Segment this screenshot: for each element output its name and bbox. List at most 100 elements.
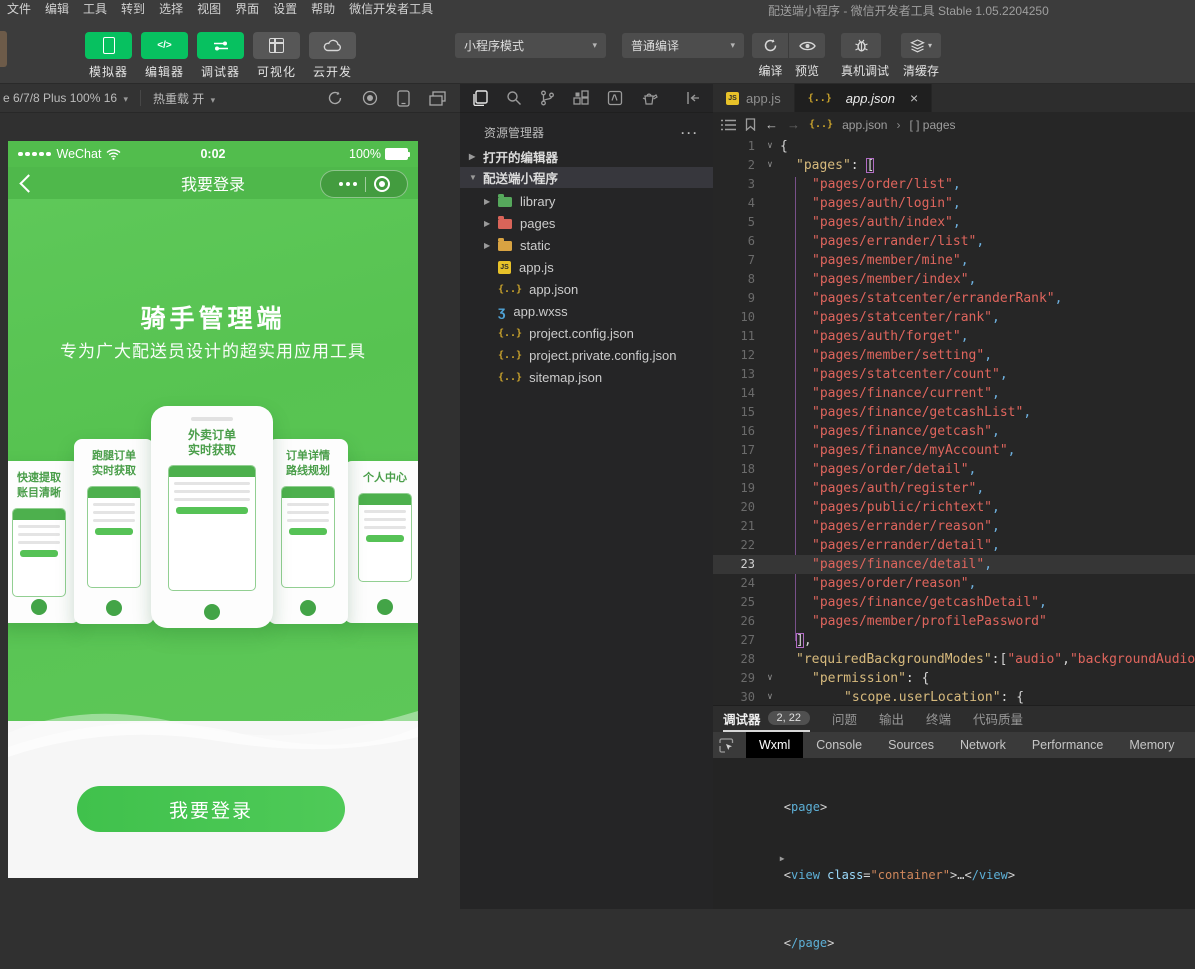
fold-arrow-icon[interactable]: ∨ bbox=[760, 612, 780, 631]
tree-item[interactable]: ▶ JS {..} ʒ project.config.json bbox=[460, 322, 713, 344]
devtools-tab[interactable]: Performance bbox=[1019, 732, 1117, 758]
project-root-section[interactable]: ▼ 配送端小程序 bbox=[460, 167, 713, 188]
fold-arrow-icon[interactable]: ∨ bbox=[760, 593, 780, 612]
fold-arrow-icon[interactable]: ∨ bbox=[760, 232, 780, 251]
menu-item[interactable]: 微信开发者工具 bbox=[342, 0, 440, 17]
more-icon[interactable] bbox=[339, 182, 357, 186]
fold-arrow-icon[interactable]: ∨ bbox=[760, 688, 780, 705]
toolbar-nav-button[interactable]: </> 模拟器 bbox=[85, 32, 132, 80]
fold-arrow-icon[interactable]: ∨ bbox=[760, 308, 780, 327]
files-icon[interactable] bbox=[472, 90, 488, 106]
devtools-tab[interactable]: Network bbox=[947, 732, 1019, 758]
code-line[interactable]: 29 ∨ "permission": { bbox=[713, 669, 1195, 688]
tree-item[interactable]: ▶ JS {..} ʒ app.json bbox=[460, 278, 713, 300]
devtools-tab[interactable]: Sources bbox=[875, 732, 947, 758]
code-line[interactable]: 6 ∨ "pages/errander/list", bbox=[713, 232, 1195, 251]
tree-item[interactable]: ▶ JS {..} ʒ static bbox=[460, 234, 713, 256]
more-actions-icon[interactable]: ··· bbox=[681, 126, 699, 140]
fold-arrow-icon[interactable]: ∨ bbox=[760, 403, 780, 422]
chevron-right-icon[interactable]: ▶ bbox=[484, 241, 498, 250]
menu-item[interactable]: 视图 bbox=[190, 0, 228, 17]
panel-tab[interactable]: 输出 bbox=[879, 706, 904, 732]
bookmark-icon[interactable] bbox=[745, 118, 756, 131]
code-line[interactable]: 7 ∨ "pages/member/mine", bbox=[713, 251, 1195, 270]
breadcrumb-file[interactable]: app.json bbox=[842, 118, 887, 132]
hot-reload-toggle[interactable]: 热重载 开 ▾ bbox=[153, 90, 215, 107]
toolbar-action-button[interactable]: ▾ 编译 bbox=[752, 33, 789, 79]
code-line[interactable]: 18 ∨ "pages/order/detail", bbox=[713, 460, 1195, 479]
code-line[interactable]: 27 ∨ ], bbox=[713, 631, 1195, 650]
toolbar-nav-button[interactable]: </> 云开发 bbox=[309, 32, 356, 80]
code-area[interactable]: 1 ∨ { 2 ∨ "pages": [ 3 ∨ "pages/order/li… bbox=[713, 137, 1195, 705]
fold-arrow-icon[interactable]: ∨ bbox=[760, 327, 780, 346]
code-line[interactable]: 12 ∨ "pages/member/setting", bbox=[713, 346, 1195, 365]
panel-tab[interactable]: 代码质量 bbox=[973, 706, 1023, 732]
menu-item[interactable]: 界面 bbox=[228, 0, 266, 17]
fold-arrow-icon[interactable]: ∨ bbox=[760, 289, 780, 308]
fold-arrow-icon[interactable]: ∨ bbox=[760, 479, 780, 498]
menu-item[interactable]: 帮助 bbox=[304, 0, 342, 17]
devtools-tab[interactable]: Memory bbox=[1116, 732, 1187, 758]
chevron-right-icon[interactable]: ▶ bbox=[484, 197, 498, 206]
devtools-tab[interactable]: Ap bbox=[1188, 732, 1195, 758]
login-button[interactable]: 我要登录 bbox=[77, 786, 345, 832]
fold-arrow-icon[interactable]: ∨ bbox=[760, 175, 780, 194]
code-line[interactable]: 10 ∨ "pages/statcenter/rank", bbox=[713, 308, 1195, 327]
fold-arrow-icon[interactable]: ∨ bbox=[760, 441, 780, 460]
close-minibar-icon[interactable] bbox=[374, 176, 390, 192]
close-icon[interactable]: × bbox=[910, 90, 918, 106]
fold-arrow-icon[interactable]: ∨ bbox=[760, 213, 780, 232]
wechat-capsule[interactable] bbox=[320, 170, 408, 198]
outline-list-icon[interactable] bbox=[721, 119, 736, 131]
multi-window-icon[interactable] bbox=[429, 91, 446, 106]
chevron-right-icon[interactable]: ▶ bbox=[484, 219, 498, 228]
toolbar-nav-button[interactable]: </> 可视化 bbox=[253, 32, 300, 80]
menu-item[interactable]: 转到 bbox=[114, 0, 152, 17]
code-line[interactable]: 17 ∨ "pages/finance/myAccount", bbox=[713, 441, 1195, 460]
menu-item[interactable]: 选择 bbox=[152, 0, 190, 17]
tree-item[interactable]: ▶ JS {..} ʒ sitemap.json bbox=[460, 366, 713, 388]
code-line[interactable]: 20 ∨ "pages/public/richtext", bbox=[713, 498, 1195, 517]
fold-arrow-icon[interactable]: ∨ bbox=[760, 422, 780, 441]
devtools-tab[interactable]: Console bbox=[803, 732, 875, 758]
panel-tab[interactable]: 终端 bbox=[926, 706, 951, 732]
code-line[interactable]: 16 ∨ "pages/finance/getcash", bbox=[713, 422, 1195, 441]
refresh-simulator-icon[interactable] bbox=[327, 90, 343, 106]
fold-arrow-icon[interactable]: ∨ bbox=[760, 346, 780, 365]
expand-arrow-icon[interactable]: ▶ bbox=[780, 850, 795, 867]
fold-arrow-icon[interactable]: ∨ bbox=[760, 498, 780, 517]
fold-arrow-icon[interactable]: ∨ bbox=[760, 555, 780, 574]
editor-tab[interactable]: JS {..} app.json × bbox=[795, 84, 932, 112]
fold-arrow-icon[interactable]: ∨ bbox=[760, 384, 780, 403]
menu-item[interactable]: 编辑 bbox=[38, 0, 76, 17]
fold-arrow-icon[interactable]: ∨ bbox=[760, 194, 780, 213]
code-line[interactable]: 26 ∨ "pages/member/profilePassword" bbox=[713, 612, 1195, 631]
fold-arrow-icon[interactable]: ∨ bbox=[760, 460, 780, 479]
compile-mode-select[interactable]: 普通编译 ▾ bbox=[622, 33, 744, 58]
code-line[interactable]: 28 ∨ "requiredBackgroundModes":["audio",… bbox=[713, 650, 1195, 669]
fold-arrow-icon[interactable]: ∨ bbox=[760, 631, 780, 650]
toolbar-action-button[interactable]: ▾ 预览 bbox=[789, 33, 825, 79]
nav-forward-icon[interactable]: → bbox=[787, 117, 800, 132]
fold-arrow-icon[interactable]: ∨ bbox=[760, 137, 780, 156]
fold-arrow-icon[interactable]: ∨ bbox=[760, 650, 780, 669]
tree-item[interactable]: ▶ JS {..} ʒ project.private.config.json bbox=[460, 344, 713, 366]
git-branch-icon[interactable] bbox=[540, 90, 555, 106]
menu-item[interactable]: 文件 bbox=[0, 0, 38, 17]
code-line[interactable]: 30 ∨ "scope.userLocation": { bbox=[713, 688, 1195, 705]
code-line[interactable]: 13 ∨ "pages/statcenter/count", bbox=[713, 365, 1195, 384]
code-line[interactable]: 14 ∨ "pages/finance/current", bbox=[713, 384, 1195, 403]
extensions-icon[interactable] bbox=[573, 90, 589, 106]
fold-arrow-icon[interactable]: ∨ bbox=[760, 251, 780, 270]
menu-item[interactable]: 工具 bbox=[76, 0, 114, 17]
menu-item[interactable]: 设置 bbox=[266, 0, 304, 17]
code-line[interactable]: 19 ∨ "pages/auth/register", bbox=[713, 479, 1195, 498]
stop-icon[interactable] bbox=[362, 90, 378, 106]
nav-back-icon[interactable]: ← bbox=[765, 117, 778, 132]
open-editors-section[interactable]: ▶ 打开的编辑器 bbox=[460, 146, 713, 167]
device-select[interactable]: e 6/7/8 Plus 100% 16 ▾ bbox=[3, 91, 128, 105]
code-line[interactable]: 23 ∨ "pages/finance/detail", bbox=[713, 555, 1195, 574]
phone-mode-icon[interactable] bbox=[397, 90, 410, 107]
mode-select[interactable]: 小程序模式 ▾ bbox=[455, 33, 606, 58]
code-line[interactable]: 9 ∨ "pages/statcenter/erranderRank", bbox=[713, 289, 1195, 308]
